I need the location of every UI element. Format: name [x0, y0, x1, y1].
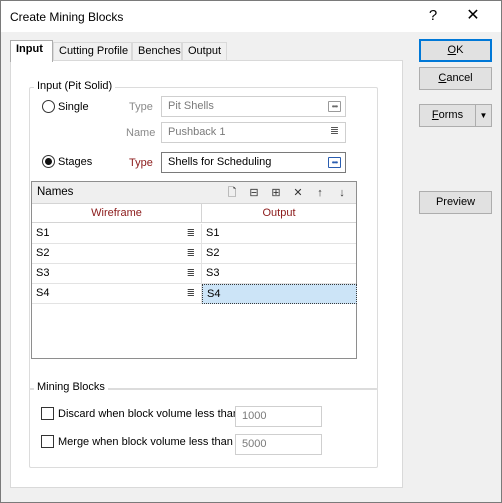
ok-button-label: K	[456, 44, 464, 56]
merge-label: Merge when block volume less than	[58, 435, 233, 448]
chevron-down-icon[interactable]: ▼	[475, 105, 491, 126]
names-grid: Names 🗋 ⊟ ⊞ ✕ ↑ ↓ Wireframe Output S1 ≣ …	[31, 181, 357, 359]
forms-button[interactable]: Forms ▼	[419, 104, 492, 127]
wireframe-cell[interactable]: S3 ≣	[32, 264, 202, 284]
forms-button-accel: F	[431, 109, 439, 121]
tab-cutting-profile[interactable]: Cutting Profile	[53, 42, 132, 61]
list-icon[interactable]: ≣	[187, 284, 195, 303]
names-grid-title: Names	[37, 186, 74, 198]
help-icon[interactable]: ?	[421, 6, 445, 26]
dialog-window: Create Mining Blocks ? ✕ Input Cutting P…	[0, 0, 502, 503]
new-row-icon[interactable]: 🗋	[224, 185, 240, 201]
output-cell[interactable]: S3	[202, 264, 356, 284]
single-name-field[interactable]: Pushback 1 ≣	[161, 122, 346, 143]
wireframe-cell-value: S2	[36, 247, 50, 259]
stages-type-label: Type	[129, 157, 153, 169]
delete-row-icon[interactable]: ✕	[290, 185, 306, 201]
append-row-icon[interactable]: ⊞	[268, 185, 284, 201]
browse-icon[interactable]: •••	[328, 157, 341, 168]
tab-output[interactable]: Output	[182, 42, 227, 61]
window-title: Create Mining Blocks	[10, 10, 124, 24]
discard-volume-value: 1000	[242, 410, 267, 422]
close-icon[interactable]: ✕	[461, 6, 485, 26]
browse-icon[interactable]: •••	[328, 101, 341, 112]
merge-checkbox-box[interactable]	[41, 435, 54, 448]
discard-checkbox[interactable]: Discard when block volume less than	[41, 407, 239, 420]
output-cell-value: S1	[206, 227, 220, 239]
stages-radio-indicator[interactable]	[42, 155, 55, 168]
output-cell[interactable]: S1	[202, 224, 356, 244]
single-radio-label: Single	[58, 100, 89, 113]
single-radio[interactable]: Single	[42, 100, 89, 113]
list-icon[interactable]: ≣	[328, 126, 341, 138]
list-icon[interactable]: ≣	[187, 224, 195, 243]
insert-row-icon[interactable]: ⊟	[246, 185, 262, 201]
output-column-header[interactable]: Output	[202, 204, 356, 223]
single-radio-indicator[interactable]	[42, 100, 55, 113]
output-cell-value: S2	[206, 247, 220, 259]
single-type-label: Type	[129, 101, 153, 113]
wireframe-cell[interactable]: S1 ≣	[32, 224, 202, 244]
output-cell-value: S4	[207, 288, 221, 300]
forms-button-label: orms	[438, 109, 464, 121]
wireframe-cell[interactable]: S4 ≣	[32, 284, 202, 304]
wireframe-cell-value: S4	[36, 287, 50, 299]
output-cell-value: S3	[206, 267, 220, 279]
names-grid-toolbar: Names 🗋 ⊟ ⊞ ✕ ↑ ↓	[32, 182, 356, 204]
stages-radio[interactable]: Stages	[42, 155, 92, 168]
discard-label: Discard when block volume less than	[58, 407, 239, 420]
wireframe-cell[interactable]: S2 ≣	[32, 244, 202, 264]
mining-blocks-group: Mining Blocks Discard when block volume …	[29, 381, 378, 468]
stages-type-field[interactable]: Shells for Scheduling •••	[161, 152, 346, 173]
wireframe-cell-value: S3	[36, 267, 50, 279]
cancel-button-label: ancel	[446, 72, 473, 84]
output-cell-selected[interactable]: S4	[202, 284, 357, 304]
mining-blocks-legend: Mining Blocks	[34, 381, 108, 393]
preview-button[interactable]: Preview	[419, 191, 492, 214]
move-up-icon[interactable]: ↑	[312, 185, 328, 201]
ok-button[interactable]: OK	[419, 39, 492, 62]
single-name-label: Name	[126, 127, 156, 139]
single-name-value: Pushback 1	[168, 126, 226, 138]
single-type-value: Pit Shells	[168, 100, 214, 112]
output-cell[interactable]: S2	[202, 244, 356, 264]
merge-volume-value: 5000	[242, 438, 267, 450]
input-group-legend: Input (Pit Solid)	[34, 80, 116, 92]
wireframe-cell-value: S1	[36, 227, 50, 239]
tab-benches[interactable]: Benches	[132, 42, 182, 61]
merge-checkbox[interactable]: Merge when block volume less than	[41, 435, 233, 448]
title-bar: Create Mining Blocks ? ✕	[1, 1, 501, 32]
wireframe-column-header[interactable]: Wireframe	[32, 204, 202, 223]
discard-volume-field[interactable]: 1000	[235, 406, 322, 427]
list-icon[interactable]: ≣	[187, 264, 195, 283]
stages-radio-label: Stages	[58, 155, 93, 168]
list-icon[interactable]: ≣	[187, 244, 195, 263]
cancel-button[interactable]: Cancel	[419, 67, 492, 90]
move-down-icon[interactable]: ↓	[334, 185, 350, 201]
ok-button-accel: O	[447, 44, 457, 56]
single-type-field[interactable]: Pit Shells •••	[161, 96, 346, 117]
stages-type-value: Shells for Scheduling	[168, 156, 272, 168]
input-pit-solid-group: Input (Pit Solid) Single Type Pit Shells…	[29, 80, 378, 390]
tab-input[interactable]: Input	[10, 40, 53, 62]
discard-checkbox-box[interactable]	[41, 407, 54, 420]
merge-volume-field[interactable]: 5000	[235, 434, 322, 455]
input-tab-panel: Input (Pit Solid) Single Type Pit Shells…	[10, 60, 403, 488]
